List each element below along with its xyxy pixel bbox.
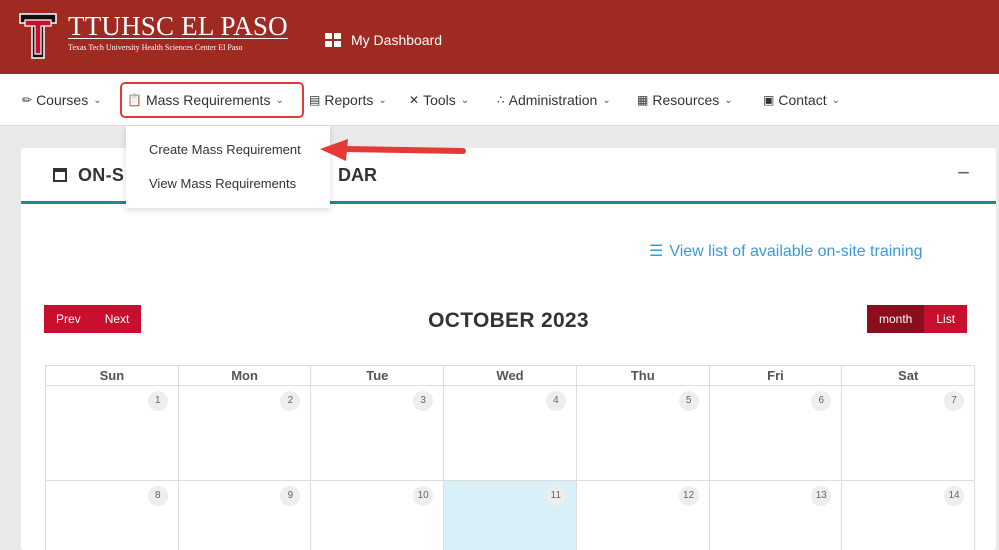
week-row: 8 9 10 11 12 13 14	[46, 481, 976, 550]
calendar-grid: Sun Mon Tue Wed Thu Fri Sat 1 2 3 4 5 6 …	[45, 365, 976, 550]
nav-tools[interactable]: ✕ Tools ⌄	[409, 74, 469, 126]
day-cell[interactable]: 6	[709, 386, 843, 481]
presentation-icon: ▤	[309, 93, 321, 107]
create-mass-requirement-item[interactable]: Create Mass Requirement	[149, 142, 301, 157]
nav-courses-label: Courses	[36, 92, 89, 108]
dashboard-label: My Dashboard	[351, 32, 443, 48]
day-number: 11	[545, 486, 566, 506]
clipboard-icon: 📋	[127, 93, 142, 107]
day-number: 13	[811, 486, 832, 506]
nav-contact-label: Contact	[778, 92, 827, 108]
logo-subtitle: Texas Tech University Health Sciences Ce…	[68, 43, 243, 52]
day-cell[interactable]: 14	[842, 481, 976, 550]
dashboard-icon	[325, 33, 341, 47]
day-number: 12	[678, 486, 699, 506]
card-title-right: DAR	[338, 165, 377, 185]
mass-requirements-dropdown: Create Mass Requirement View Mass Requir…	[126, 126, 330, 208]
weekday-sat: Sat	[842, 366, 976, 386]
weekday-thu: Thu	[576, 366, 710, 386]
day-cell[interactable]: 3	[311, 386, 445, 481]
tools-icon: ✕	[409, 93, 420, 107]
nav-courses[interactable]: ✏ Courses ⌄	[22, 74, 102, 126]
view-toggle-group: month List	[867, 305, 968, 333]
nav-mass-requirements[interactable]: 📋 Mass Requirements ⌄	[127, 74, 284, 126]
chevron-down-icon: ⌄	[378, 94, 387, 106]
day-number: 7	[944, 391, 965, 411]
nav-contact[interactable]: ▣ Contact ⌄	[763, 74, 840, 126]
card-title-left: ON-S	[78, 165, 125, 185]
onsite-calendar-card: ON-S DAR − ☰ View list of available on-si…	[21, 148, 996, 550]
day-number: 1	[147, 391, 168, 411]
top-header: TTUHSC EL PASO Texas Tech University Hea…	[0, 0, 999, 74]
weekday-sun: Sun	[46, 366, 179, 386]
day-cell[interactable]: 9	[179, 481, 312, 550]
chevron-down-icon: ⌄	[602, 94, 611, 106]
annotation-arrow-icon	[320, 139, 466, 161]
nav-administration[interactable]: ∴ Administration ⌄	[497, 74, 611, 126]
day-cell[interactable]: 13	[710, 481, 843, 550]
weekday-wed: Wed	[444, 366, 577, 386]
chevron-down-icon: ⌄	[831, 94, 840, 106]
view-list-label: View list of available on-site training	[669, 243, 923, 260]
nav-administration-label: Administration	[508, 92, 598, 108]
day-cell[interactable]: 12	[577, 481, 710, 550]
nav-resources[interactable]: ▦ Resources ⌄	[637, 74, 733, 126]
day-number: 8	[147, 486, 168, 506]
month-title: OCTOBER 2023	[428, 309, 589, 332]
day-number: 3	[413, 391, 434, 411]
main-nav: ✏ Courses ⌄ 📋 Mass Requirements ⌄ ▤ Repo…	[0, 74, 999, 126]
day-number: 14	[944, 486, 965, 506]
chevron-down-icon: ⌄	[724, 94, 733, 106]
month-view-button[interactable]: month	[867, 305, 925, 333]
day-number: 10	[413, 486, 434, 506]
chevron-down-icon: ⌄	[460, 94, 470, 106]
day-number: 5	[678, 391, 699, 411]
nav-mass-requirements-label: Mass Requirements	[145, 92, 271, 108]
day-cell[interactable]: 5	[576, 386, 710, 481]
day-number: 9	[280, 486, 301, 506]
ttuhsc-logo[interactable]: TTUHSC EL PASO Texas Tech University Hea…	[18, 12, 288, 60]
logo-title: TTUHSC EL PASO	[68, 11, 288, 41]
calendar-icon	[53, 168, 67, 182]
minimize-icon[interactable]: −	[957, 160, 970, 186]
nav-reports[interactable]: ▤ Reports ⌄	[309, 74, 387, 126]
weekday-mon: Mon	[178, 366, 312, 386]
weekday-fri: Fri	[709, 366, 843, 386]
day-cell[interactable]: 4	[444, 386, 577, 481]
day-number: 2	[280, 391, 301, 411]
double-t-logo-icon	[18, 12, 58, 60]
day-cell-today[interactable]: 11	[444, 481, 577, 550]
users-icon: ∴	[497, 93, 505, 107]
weekday-header-row: Sun Mon Tue Wed Thu Fri Sat	[46, 366, 976, 386]
day-cell[interactable]: 10	[311, 481, 445, 550]
nav-tools-label: Tools	[423, 92, 456, 108]
list-view-button[interactable]: List	[924, 305, 968, 333]
day-cell[interactable]: 7	[842, 386, 976, 481]
weekday-tue: Tue	[311, 366, 445, 386]
library-icon: ▦	[637, 93, 649, 107]
chevron-down-icon: ⌄	[275, 94, 284, 106]
list-icon: ☰	[649, 243, 664, 260]
view-mass-requirements-item[interactable]: View Mass Requirements	[149, 176, 296, 191]
nav-resources-label: Resources	[652, 92, 720, 108]
day-cell[interactable]: 8	[46, 481, 179, 550]
day-number: 6	[811, 391, 832, 411]
chevron-down-icon: ⌄	[93, 94, 102, 106]
my-dashboard-link[interactable]: My Dashboard	[325, 32, 442, 48]
contact-icon: ▣	[763, 93, 775, 107]
view-list-link[interactable]: ☰ View list of available on-site training	[649, 241, 923, 261]
day-cell[interactable]: 1	[46, 386, 179, 481]
day-number: 4	[545, 391, 566, 411]
book-icon: ✏	[22, 93, 33, 107]
day-cell[interactable]: 2	[178, 386, 312, 481]
nav-reports-label: Reports	[324, 92, 374, 108]
week-row: 1 2 3 4 5 6 7	[46, 386, 976, 481]
